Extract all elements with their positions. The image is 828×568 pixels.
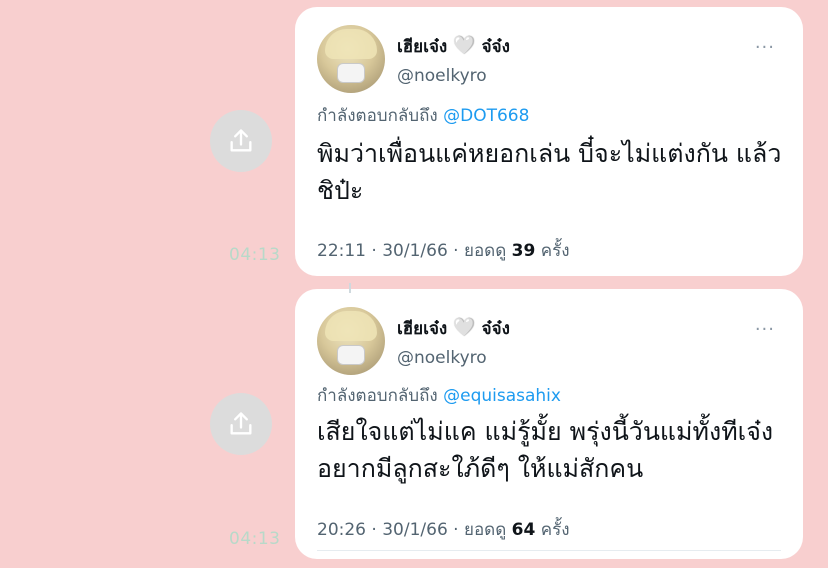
reply-to-line: กำลังตอบกลับถึง @equisasahix (317, 386, 561, 406)
tweet-header: เฮียเจ๋ง 🤍 จ๋จ๋ง @noelkyro (317, 307, 510, 375)
tweet-time: 22:11 (317, 241, 366, 261)
tweet-text: พิมว่าเพื่อนแค่หยอกเล่น บี๋จะไม่แต่งกัน … (317, 139, 782, 205)
views-count: 64 (511, 520, 536, 540)
message-time: 04:13 (229, 245, 281, 265)
tweet-text: เสียใจแต่ไม่แค แม่รู้มั้ย พรุ่งนี้วันแม่… (317, 417, 774, 483)
tweet-time: 20:26 (317, 520, 366, 540)
views-count: 39 (511, 241, 536, 261)
user-handle[interactable]: @noelkyro (397, 348, 510, 368)
tweet-date: 30/1/66 (382, 241, 448, 261)
reply-mention-link[interactable]: @equisasahix (443, 386, 561, 406)
white-heart-icon: 🤍 (453, 317, 476, 338)
share-icon (230, 129, 252, 152)
tweet-header: เฮียเจ๋ง 🤍 จ๋จ๋ง @noelkyro (317, 25, 510, 93)
user-handle[interactable]: @noelkyro (397, 66, 510, 86)
views-label: ยอดดู (463, 241, 507, 261)
share-button[interactable] (210, 393, 272, 455)
more-options-icon[interactable]: ··· (755, 37, 775, 58)
tweet-card[interactable]: เฮียเจ๋ง 🤍 จ๋จ๋ง @noelkyro ··· กำลังตอบก… (295, 7, 803, 276)
tweet-meta: 20:26 · 30/1/66 · ยอดดู 64 ครั้ง (317, 520, 570, 540)
divider (317, 550, 781, 551)
white-heart-icon: 🤍 (453, 35, 476, 56)
share-icon (230, 412, 252, 435)
tweet-date: 30/1/66 (382, 520, 448, 540)
views-label: ยอดดู (463, 520, 507, 540)
avatar[interactable] (317, 307, 385, 375)
message-time: 04:13 (229, 529, 281, 549)
thread-connector (349, 283, 351, 293)
views-unit: ครั้ง (540, 241, 570, 261)
views-unit: ครั้ง (540, 520, 570, 540)
more-options-icon[interactable]: ··· (755, 319, 775, 340)
reply-to-line: กำลังตอบกลับถึง @DOT668 (317, 106, 530, 126)
reply-mention-link[interactable]: @DOT668 (443, 106, 529, 126)
tweet-meta: 22:11 · 30/1/66 · ยอดดู 39 ครั้ง (317, 241, 570, 261)
display-name[interactable]: เฮียเจ๋ง 🤍 จ๋จ๋ง (397, 315, 510, 342)
share-button[interactable] (210, 110, 272, 172)
display-name[interactable]: เฮียเจ๋ง 🤍 จ๋จ๋ง (397, 33, 510, 60)
tweet-card[interactable]: เฮียเจ๋ง 🤍 จ๋จ๋ง @noelkyro ··· กำลังตอบก… (295, 283, 803, 559)
avatar[interactable] (317, 25, 385, 93)
